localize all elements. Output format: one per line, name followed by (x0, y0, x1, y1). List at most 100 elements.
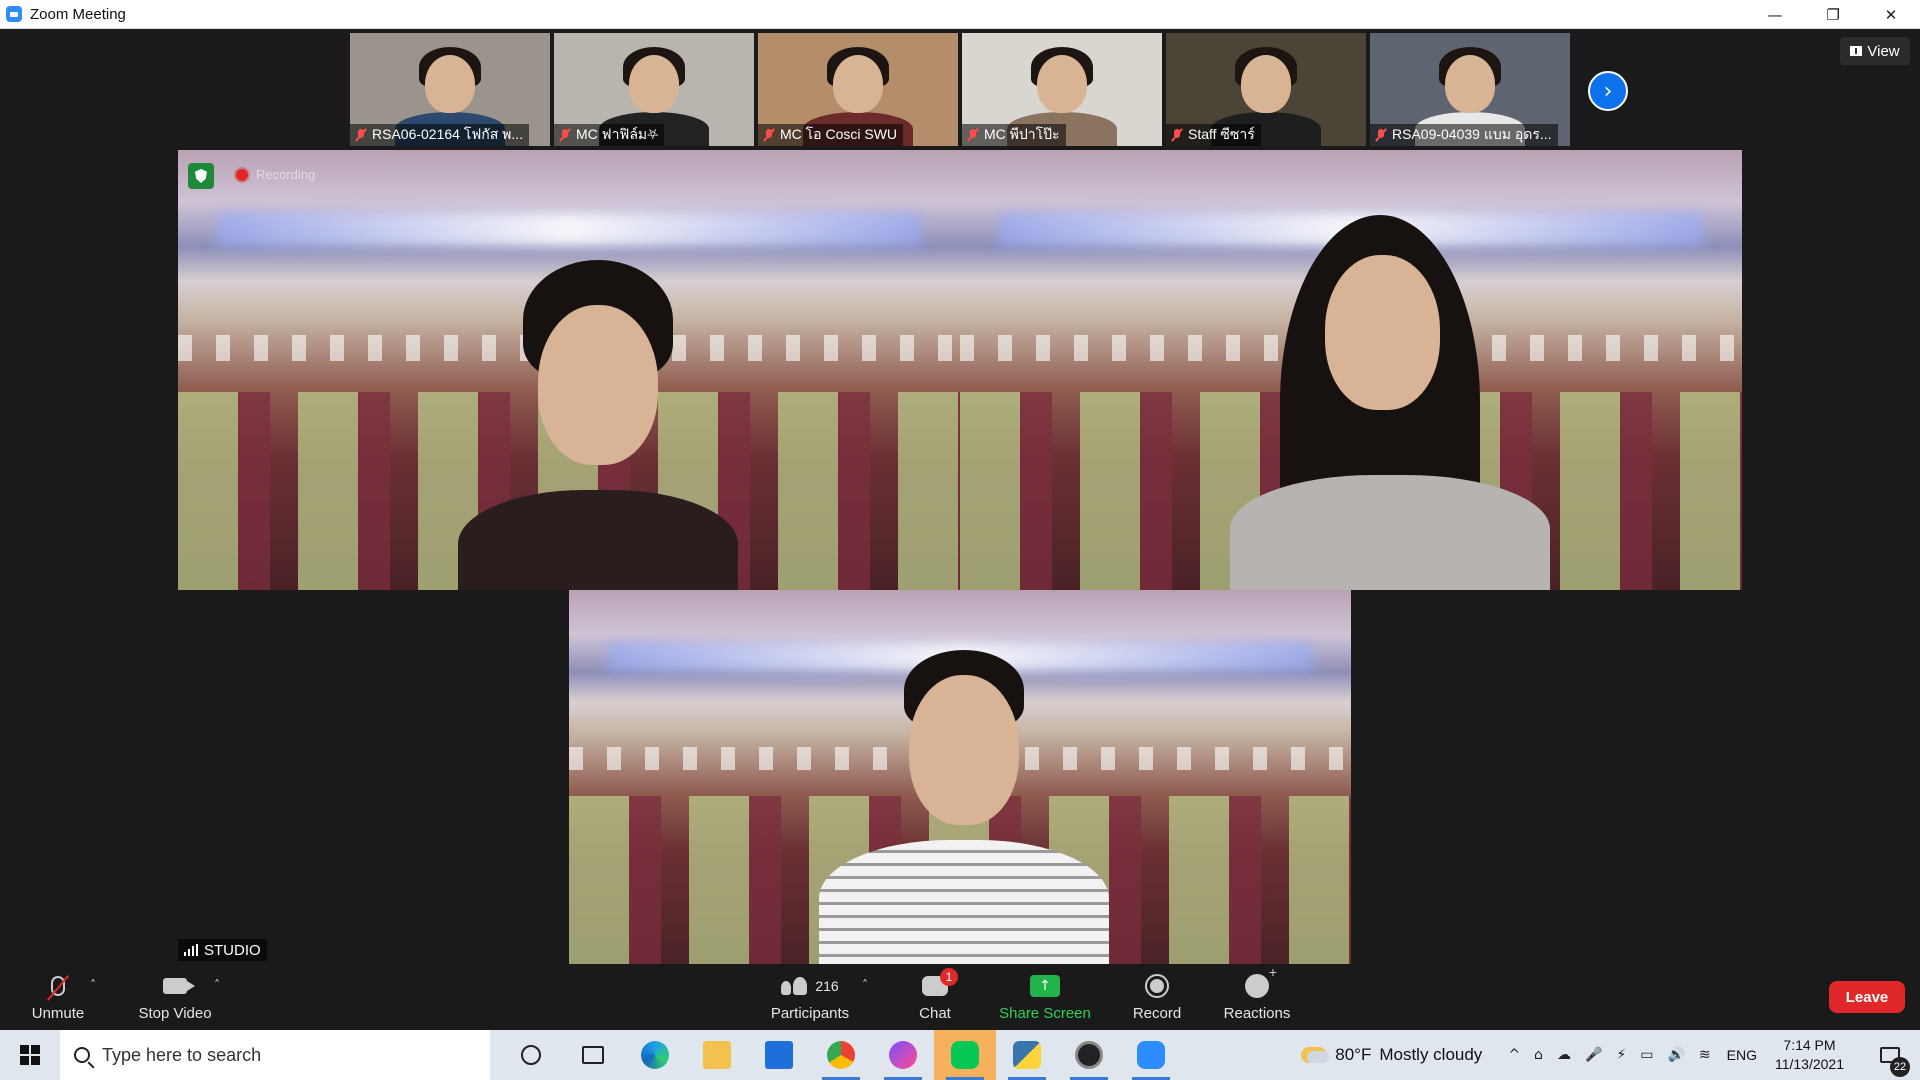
stop-video-label: Stop Video (138, 1004, 212, 1022)
participant-thumbnail[interactable]: RSA09-04039 แบม อุดร... (1370, 33, 1570, 146)
participant-name: MC โอ Cosci SWU (780, 126, 898, 142)
line-icon[interactable] (934, 1030, 996, 1080)
clock-time: 7:14 PM (1783, 1037, 1836, 1053)
chat-unread-badge: 1 (940, 967, 958, 986)
participant-face (629, 55, 679, 113)
clock-date: 11/13/2021 (1774, 1056, 1844, 1072)
tray-icons: ^ ⌂ ☁ 🎤 ⚡ ▭ 🔊 ≋ (1508, 1047, 1710, 1063)
weather-temperature: 80°F (1335, 1045, 1372, 1064)
taskbar-clock[interactable]: 7:14 PM 11/13/2021 (1775, 1036, 1844, 1074)
participant-count: 216 (815, 977, 839, 994)
chat-bubble-icon: 1 (922, 967, 958, 996)
video-camera-icon (163, 977, 195, 994)
python-icon[interactable] (996, 1030, 1058, 1080)
search-icon (74, 1047, 90, 1063)
weather-condition: Mostly cloudy (1379, 1045, 1483, 1064)
speaker-name: STUDIO (204, 941, 261, 959)
muted-microphone-icon (51, 975, 65, 996)
notification-center-button[interactable]: 22 (1868, 1047, 1912, 1077)
chrome-icon[interactable] (810, 1030, 872, 1080)
participant-face (1241, 55, 1291, 113)
participant-nameplate: MC พีปาโป๊ะ (962, 124, 1066, 146)
share-screen-arrow-icon: ↑ (1030, 974, 1060, 997)
share-screen-button[interactable]: ↑ Share Screen (995, 964, 1095, 1030)
chat-button[interactable]: 1 Chat (905, 964, 965, 1030)
weather-widget[interactable]: 80°F Mostly cloudy (1301, 1045, 1482, 1065)
cortana-icon[interactable] (500, 1030, 562, 1080)
reactions-button[interactable]: Reactions (1220, 964, 1294, 1030)
window-title: Zoom Meeting (30, 5, 126, 23)
participant-face (425, 55, 475, 113)
muted-mic-icon (1170, 128, 1184, 142)
edge-icon[interactable] (624, 1030, 686, 1080)
power-icon[interactable]: ⚡ (1616, 1047, 1626, 1063)
participant-nameplate: RSA09-04039 แบม อุดร... (1370, 124, 1558, 146)
participant-name: RSA09-04039 แบม อุดร... (1392, 126, 1552, 142)
restore-button[interactable]: ❐ (1804, 0, 1862, 29)
record-button[interactable]: Record (1127, 964, 1187, 1030)
participant-face (1037, 55, 1087, 113)
participant-thumbnail-strip: RSA06-02164 โฟกัส พ... MC ฟาฟิล์ม⛧ MC โอ… (350, 33, 1570, 146)
muted-mic-icon (762, 128, 776, 142)
recording-label: Recording (256, 167, 316, 182)
leave-meeting-button[interactable]: Leave (1829, 981, 1905, 1013)
battery-icon[interactable]: ▭ (1640, 1047, 1653, 1063)
participant-video-person (458, 260, 738, 590)
participant-face (1445, 55, 1495, 113)
audio-options-caret-icon[interactable]: ˄ (90, 978, 96, 992)
microphone-icon[interactable]: 🎤 (1585, 1047, 1602, 1063)
windows-taskbar: Type here to search 80°F Mostly cloudy ^… (0, 1030, 1920, 1080)
volume-icon[interactable]: 🔊 (1667, 1047, 1684, 1063)
input-language[interactable]: ENG (1727, 1047, 1757, 1063)
next-page-button[interactable]: › (1588, 71, 1628, 111)
zoom-app-icon (6, 6, 22, 22)
participant-thumbnail[interactable]: MC พีปาโป๊ะ (962, 33, 1162, 146)
obs-icon[interactable] (1058, 1030, 1120, 1080)
meeting-area: RSA06-02164 โฟกัส พ... MC ฟาฟิล์ม⛧ MC โอ… (0, 29, 1920, 964)
minimize-button[interactable]: — (1746, 0, 1804, 29)
participants-button[interactable]: 216 Participants (755, 964, 865, 1030)
wifi-icon[interactable]: ≋ (1699, 1047, 1711, 1063)
window-controls: — ❐ ✕ (1746, 0, 1920, 29)
recording-indicator: Recording (236, 167, 315, 182)
video-tile[interactable] (569, 590, 1351, 964)
participant-name: RSA06-02164 โฟกัส พ... (372, 126, 524, 142)
video-options-caret-icon[interactable]: ˄ (214, 978, 220, 992)
messenger-icon[interactable] (872, 1030, 934, 1080)
taskbar-search-box[interactable]: Type here to search (60, 1030, 490, 1080)
task-view-icon[interactable] (562, 1030, 624, 1080)
zoom-icon[interactable] (1120, 1030, 1182, 1080)
meet-now-icon[interactable]: ⌂ (1534, 1047, 1543, 1063)
notification-count: 22 (1890, 1057, 1910, 1077)
view-button[interactable]: View (1840, 37, 1910, 65)
file-explorer-icon[interactable] (686, 1030, 748, 1080)
participant-nameplate: MC ฟาฟิล์ม⛧ (554, 124, 665, 146)
video-tile[interactable] (178, 150, 960, 590)
show-hidden-icons-chevron-icon[interactable]: ^ (1508, 1047, 1520, 1063)
record-icon (1145, 973, 1169, 998)
participant-nameplate: RSA06-02164 โฟกัส พ... (350, 124, 530, 146)
stop-video-button[interactable]: Stop Video (130, 964, 220, 1030)
start-button[interactable] (0, 1030, 60, 1080)
participant-thumbnail[interactable]: Staff ซีซาร์ (1166, 33, 1366, 146)
participants-options-caret-icon[interactable]: ˄ (862, 978, 868, 992)
recording-dot-icon (236, 168, 248, 181)
video-tile[interactable] (960, 150, 1742, 590)
record-label: Record (1132, 1004, 1182, 1022)
participant-nameplate: Staff ซีซาร์ (1166, 124, 1261, 146)
participant-thumbnail[interactable]: RSA06-02164 โฟกัส พ... (350, 33, 550, 146)
windows-logo-icon (20, 1045, 40, 1065)
meeting-toolbar: Unmute ˄ Stop Video ˄ 216 Participants ˄… (0, 964, 1920, 1030)
unmute-label: Unmute (31, 1004, 85, 1022)
chat-label: Chat (919, 1004, 951, 1022)
window-title-bar: Zoom Meeting — ❐ ✕ (0, 0, 1920, 29)
security-shield-icon[interactable] (188, 163, 214, 189)
participant-thumbnail[interactable]: MC โอ Cosci SWU (758, 33, 958, 146)
unmute-button[interactable]: Unmute (20, 964, 96, 1030)
participants-label: Participants (770, 1004, 850, 1022)
participant-thumbnail[interactable]: MC ฟาฟิล์ม⛧ (554, 33, 754, 146)
mail-icon[interactable] (748, 1030, 810, 1080)
close-button[interactable]: ✕ (1862, 0, 1920, 29)
muted-mic-icon (558, 128, 572, 142)
onedrive-cloud-icon[interactable]: ☁ (1557, 1047, 1571, 1063)
